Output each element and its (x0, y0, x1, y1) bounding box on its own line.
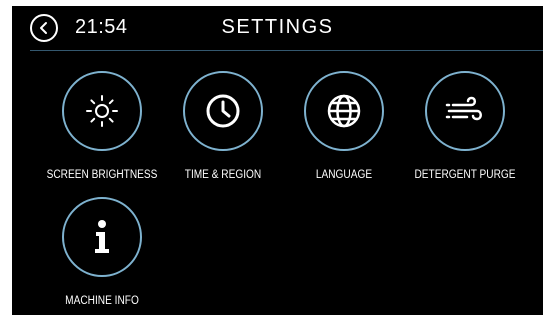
machine-info-tile[interactable]: MACHINE INFO (42, 197, 162, 315)
screen-brightness-tile[interactable]: SCREEN BRIGHTNESS (42, 71, 162, 201)
clock-icon (204, 92, 242, 130)
detergent-purge-tile[interactable]: DETERGENT PURGE (405, 71, 525, 201)
language-tile[interactable]: LANGUAGE (284, 71, 404, 201)
language-button[interactable] (304, 71, 384, 151)
header-divider (30, 50, 543, 51)
time-region-tile[interactable]: TIME & REGION (163, 71, 283, 201)
settings-screen: 21:54 SETTINGS SCREEN BRIGHTNESS TIME & … (12, 6, 543, 315)
screen-brightness-button[interactable] (62, 71, 142, 151)
info-icon (87, 218, 117, 256)
detergent-purge-label: DETERGENT PURGE (414, 169, 516, 181)
screen-brightness-label: SCREEN BRIGHTNESS (46, 169, 158, 181)
language-label: LANGUAGE (315, 169, 373, 181)
time-region-label: TIME & REGION (184, 169, 262, 181)
machine-info-label: MACHINE INFO (65, 295, 139, 307)
wind-icon (445, 93, 485, 129)
globe-icon (325, 92, 363, 130)
header-bar: 21:54 SETTINGS (12, 6, 543, 50)
detergent-purge-button[interactable] (425, 71, 505, 151)
time-region-button[interactable] (183, 71, 263, 151)
sun-icon (84, 93, 120, 129)
page-title: SETTINGS (221, 16, 334, 38)
machine-info-button[interactable] (62, 197, 142, 277)
